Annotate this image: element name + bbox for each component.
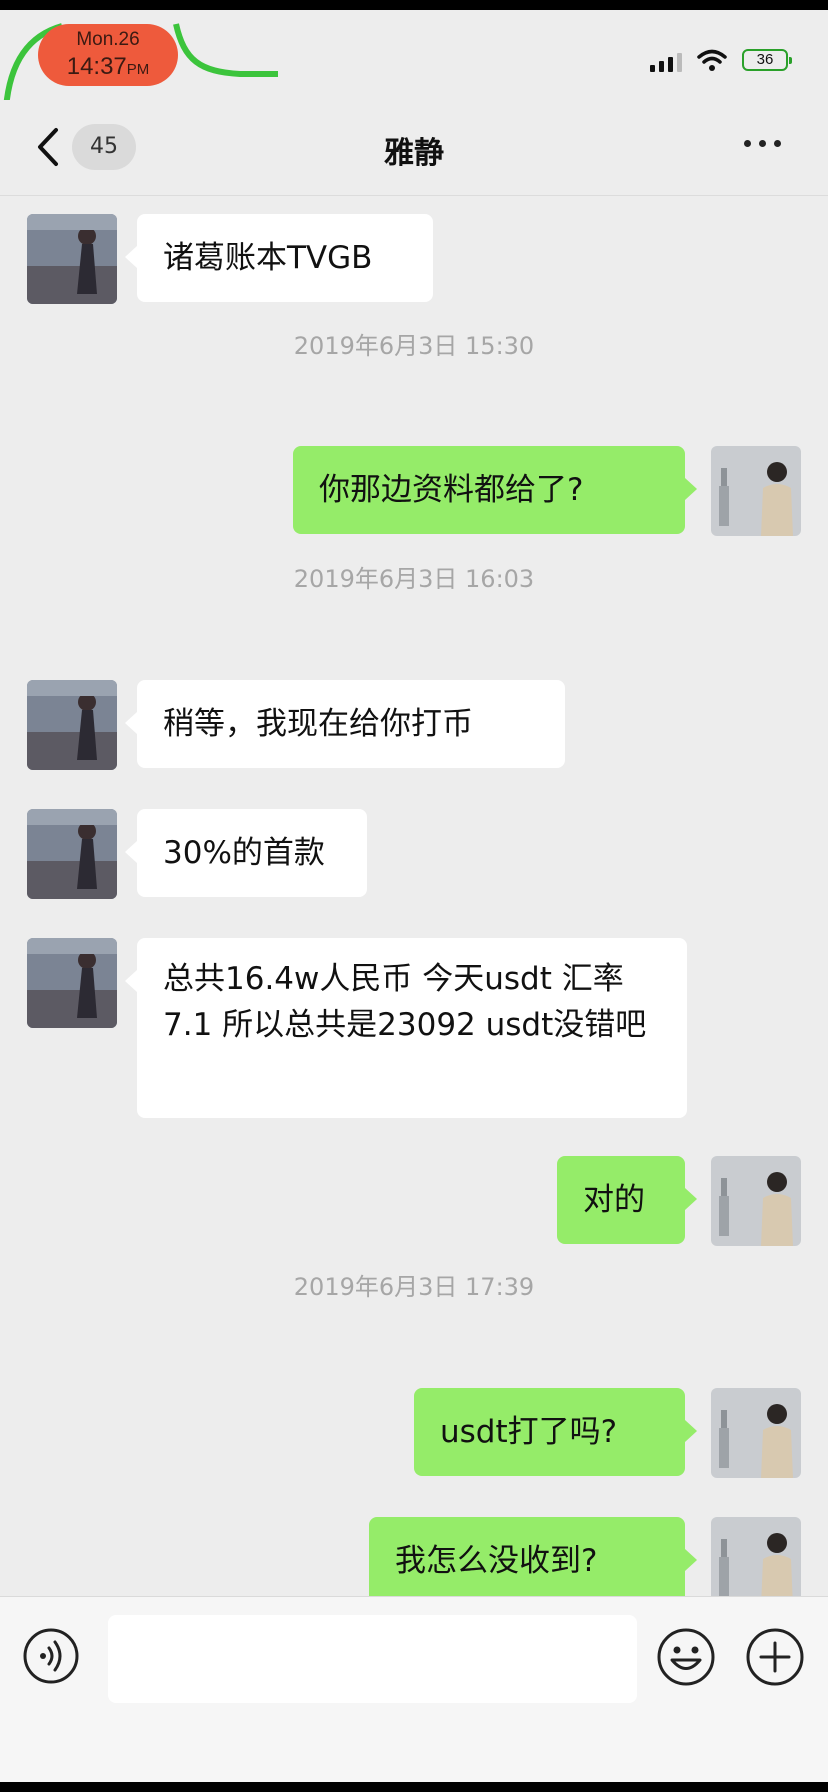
contact-avatar[interactable] — [27, 214, 117, 304]
status-time: 14:37PM — [66, 53, 150, 80]
time-pill: Mon.26 14:37PM — [38, 24, 178, 86]
message-input[interactable] — [108, 1615, 637, 1703]
signal-icon — [650, 52, 682, 72]
top-border — [0, 0, 828, 10]
status-date: Mon.26 — [76, 29, 140, 50]
message-bubble-outgoing[interactable]: 对的 — [557, 1156, 697, 1244]
contact-avatar[interactable] — [27, 809, 117, 899]
chat-title: 雅静 — [384, 136, 444, 171]
wifi-icon — [697, 49, 727, 71]
more-dots-icon[interactable] — [744, 140, 781, 147]
timestamp: 2019年6月3日 16:03 — [293, 565, 535, 593]
timestamp: 2019年6月3日 17:39 — [293, 1273, 535, 1301]
user-avatar[interactable] — [711, 1156, 801, 1246]
plus-icon[interactable] — [745, 1627, 805, 1687]
message-bubble-incoming[interactable]: 诸葛账本TVGB — [125, 214, 433, 302]
timestamp: 2019年6月3日 15:30 — [293, 332, 535, 360]
chat-messages[interactable]: 诸葛账本TVGB 2019年6月3日 15:30 你那边资料都给了? 2019年… — [0, 196, 828, 1607]
status-bar: Mon.26 14:37PM 36 — [0, 10, 828, 109]
user-avatar[interactable] — [711, 1388, 801, 1478]
user-avatar[interactable] — [711, 446, 801, 536]
contact-avatar[interactable] — [27, 938, 117, 1028]
input-bar — [0, 1596, 828, 1783]
message-bubble-outgoing[interactable]: usdt打了吗? — [414, 1388, 697, 1476]
battery-icon: 36 — [742, 49, 792, 71]
bottom-border — [0, 1782, 828, 1792]
message-bubble-outgoing[interactable]: 我怎么没收到? — [369, 1517, 697, 1605]
voice-icon[interactable] — [22, 1627, 80, 1685]
emoji-icon[interactable] — [656, 1627, 716, 1687]
chat-header: 45 雅静 — [0, 100, 828, 196]
message-bubble-incoming[interactable]: 30%的首款 — [125, 809, 367, 897]
message-bubble-incoming[interactable]: 总共16.4w人民币 今天usdt 汇率7.1 所以总共是23092 usdt没… — [125, 938, 687, 1118]
message-bubble-incoming[interactable]: 稍等，我现在给你打币 — [125, 680, 565, 768]
contact-avatar[interactable] — [27, 680, 117, 770]
message-bubble-outgoing[interactable]: 你那边资料都给了? — [293, 446, 697, 534]
user-avatar[interactable] — [711, 1517, 801, 1607]
